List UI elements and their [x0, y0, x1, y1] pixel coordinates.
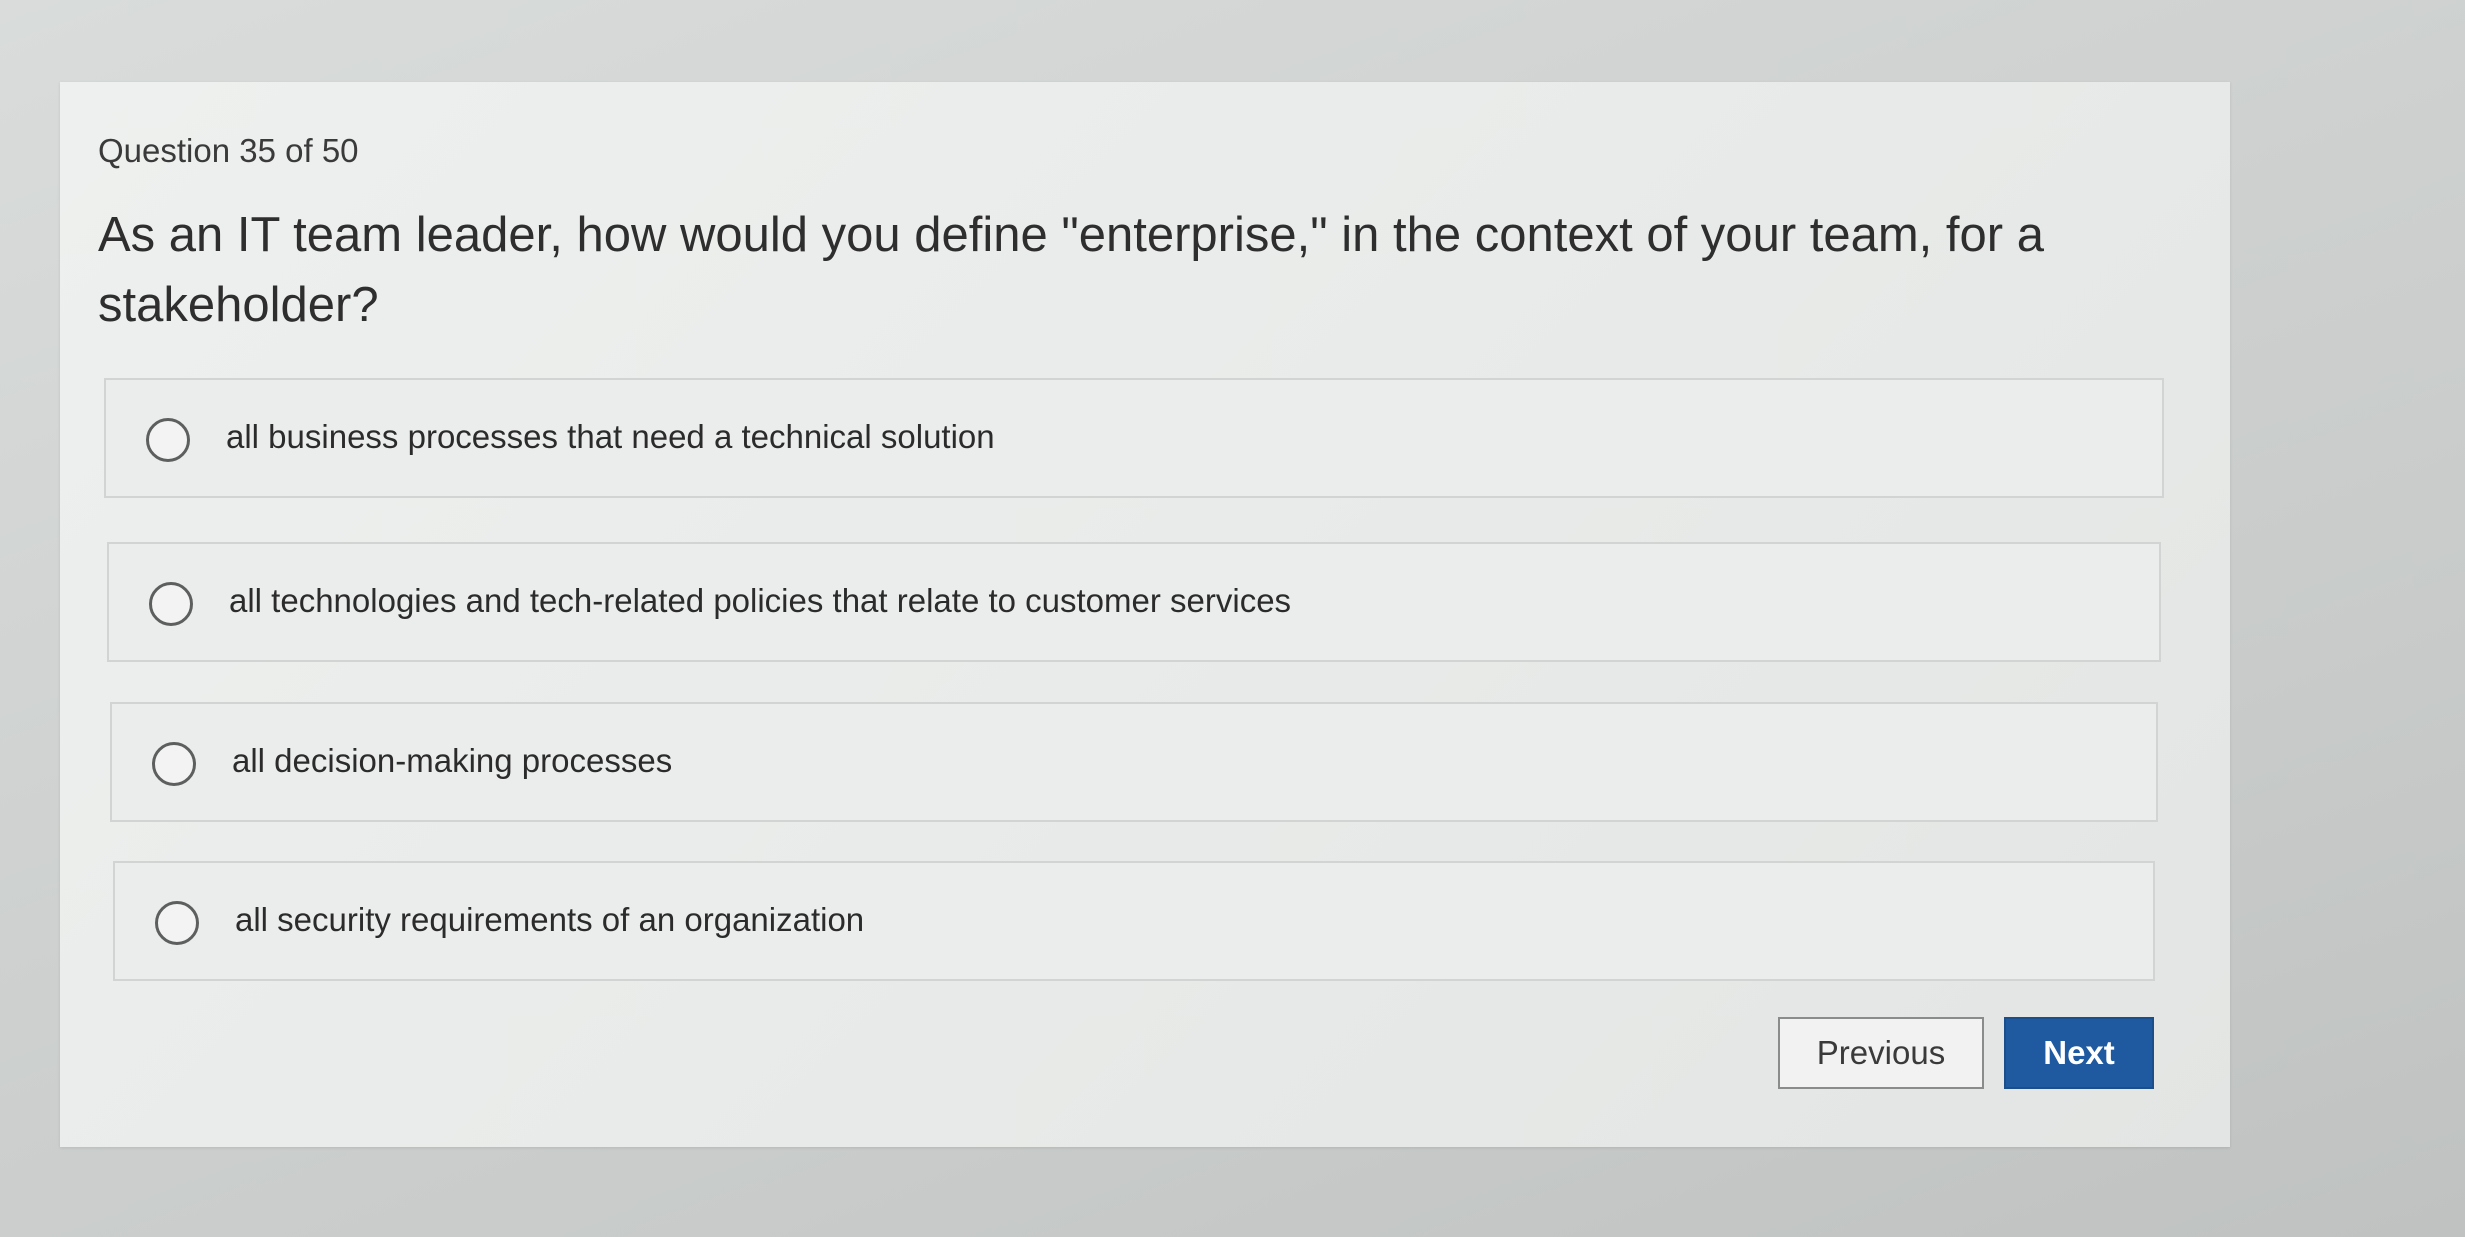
radio-button-icon[interactable] [146, 418, 190, 462]
answer-option-label: all technologies and tech-related polici… [229, 582, 1292, 619]
radio-button-icon[interactable] [152, 742, 196, 786]
answer-option-3[interactable]: all decision-making processes [110, 702, 2158, 822]
answer-option-label: all security requirements of an organiza… [235, 901, 865, 938]
radio-button-icon[interactable] [155, 901, 199, 945]
question-text: As an IT team leader, how would you defi… [98, 208, 2044, 332]
next-button[interactable]: Next [2004, 1017, 2154, 1089]
answer-option-1[interactable]: all business processes that need a techn… [104, 378, 2164, 498]
question-card: Question 35 of 50 As an IT team leader, … [60, 82, 2230, 1147]
previous-button[interactable]: Previous [1778, 1017, 1984, 1089]
answer-option-label: all decision-making processes [232, 742, 673, 779]
answer-option-4[interactable]: all security requirements of an organiza… [113, 861, 2155, 981]
radio-button-icon[interactable] [149, 582, 193, 626]
question-counter: Question 35 of 50 [98, 132, 359, 169]
answer-option-label: all business processes that need a techn… [226, 418, 995, 455]
answer-option-2[interactable]: all technologies and tech-related polici… [107, 542, 2161, 662]
